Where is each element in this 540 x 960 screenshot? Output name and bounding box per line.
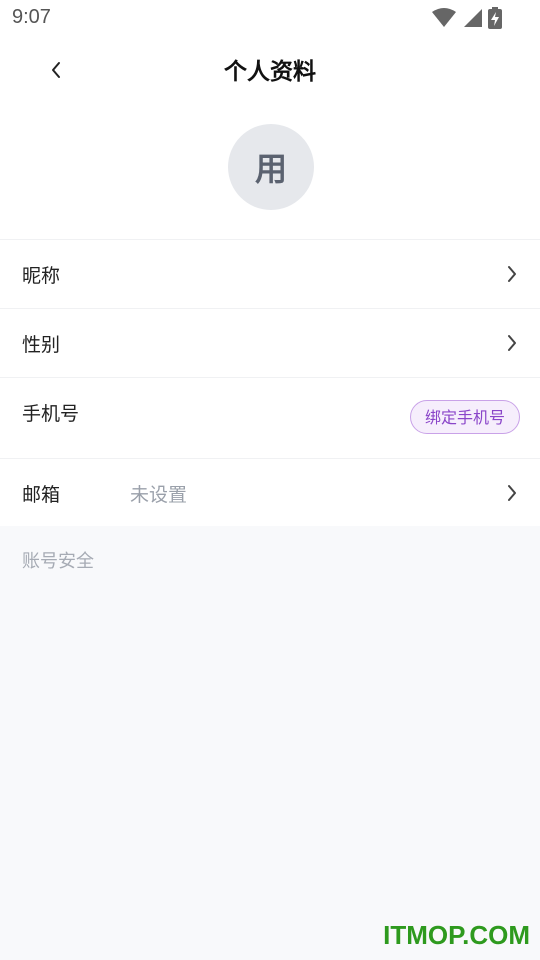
avatar[interactable]: 用 (228, 124, 314, 210)
signal-icon (464, 9, 482, 27)
wifi-icon (432, 8, 456, 27)
row-label: 性别 (22, 334, 61, 356)
status-icons (432, 7, 502, 29)
row-email[interactable]: 邮箱 未设置 (0, 458, 540, 526)
chevron-right-icon (508, 266, 516, 282)
row-label: 邮箱 (22, 484, 61, 506)
row-phone: 手机号 绑定手机号 (0, 377, 540, 458)
avatar-initial: 用 (254, 150, 287, 188)
bind-phone-button[interactable]: 绑定手机号 (409, 400, 520, 434)
row-gender[interactable]: 性别 (0, 308, 540, 377)
watermark: ITMOP.COM (383, 920, 530, 950)
profile-list: 昵称 性别 手机号 绑定手机号 邮箱 未设置 (0, 239, 540, 526)
row-value: 未设置 (130, 484, 188, 506)
status-time: 9:07 (12, 6, 51, 28)
status-bar: 9:07 (0, 0, 540, 36)
battery-charging-icon (488, 7, 502, 29)
row-label: 昵称 (22, 265, 61, 287)
row-label: 手机号 (22, 403, 80, 425)
chevron-right-icon (508, 335, 516, 351)
section-title-account-security: 账号安全 (22, 551, 94, 572)
chevron-right-icon (508, 485, 516, 501)
page-title: 个人资料 (224, 59, 316, 85)
row-nickname[interactable]: 昵称 (0, 239, 540, 308)
header: 个人资料 (0, 38, 540, 102)
